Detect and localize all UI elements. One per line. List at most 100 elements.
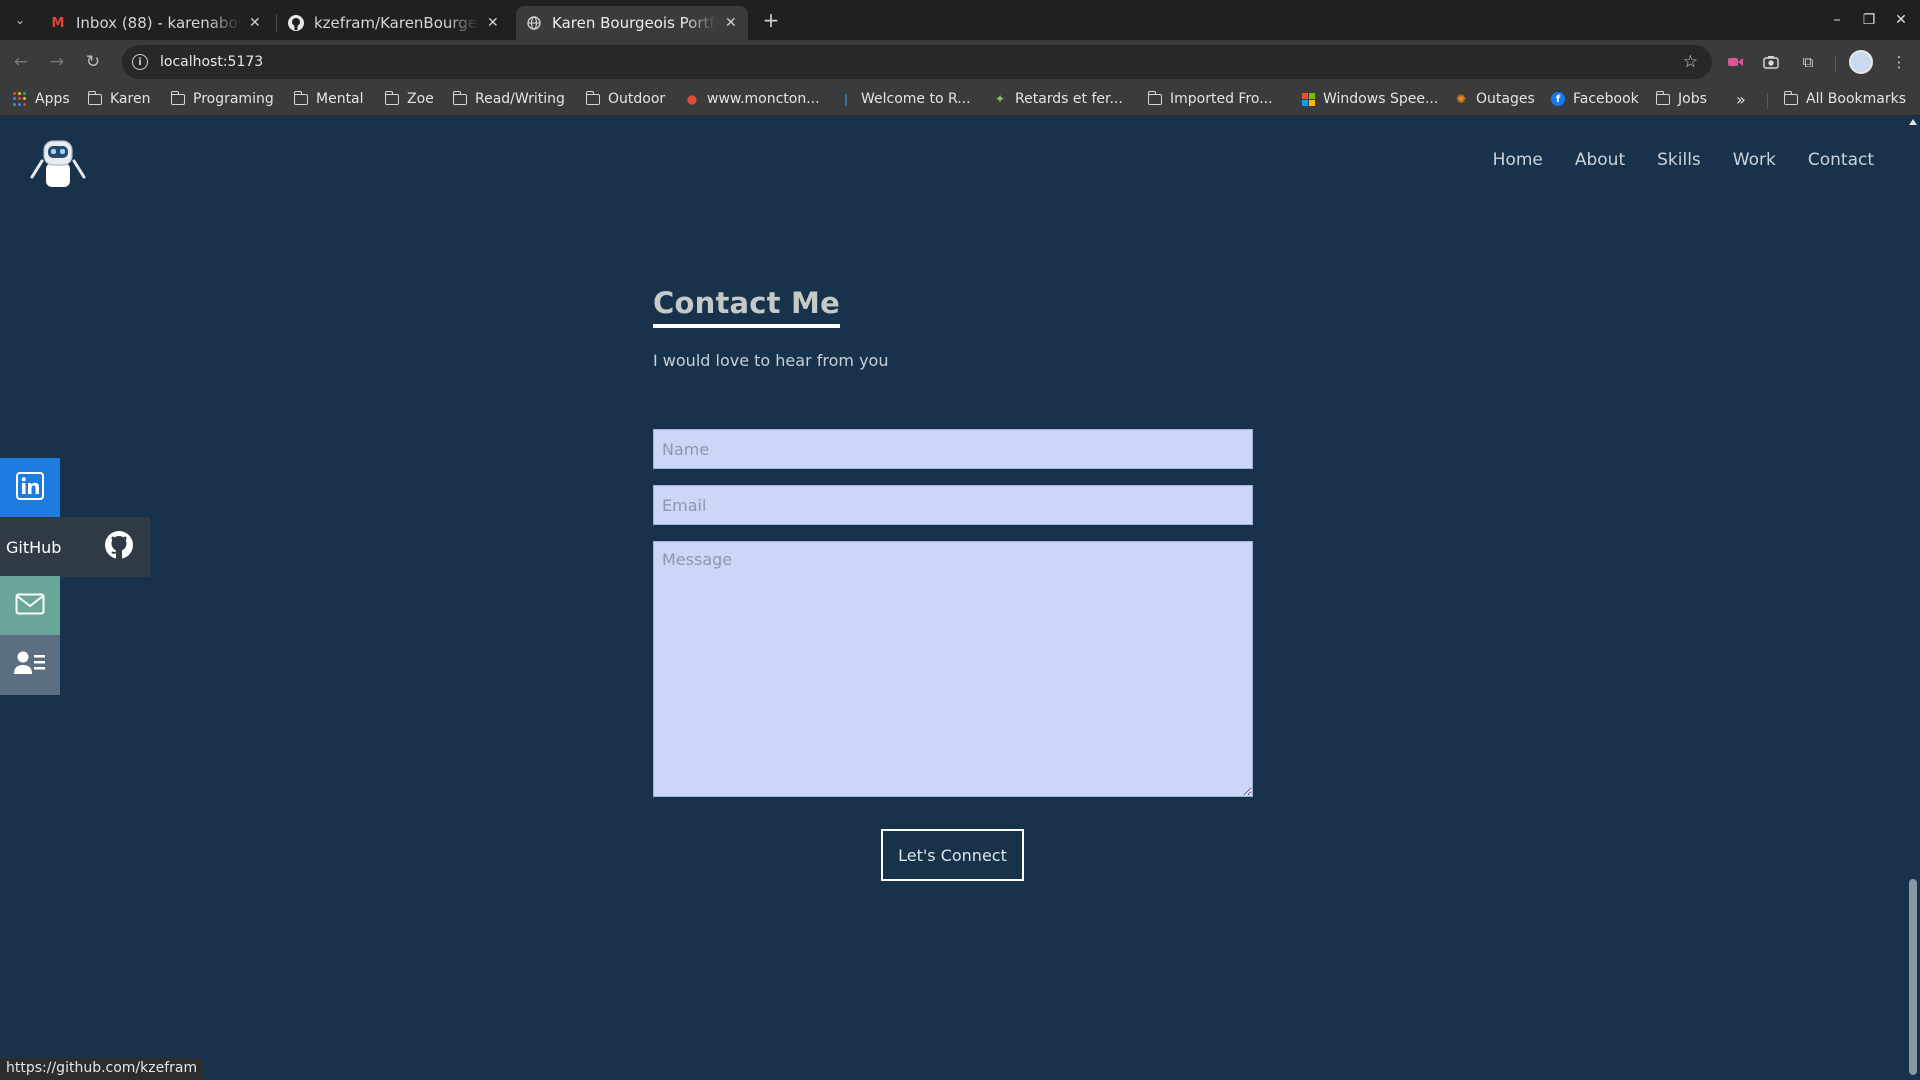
extension-camera-icon[interactable] — [1759, 51, 1783, 73]
tab-label: kzefram/KarenBourgeois — [314, 14, 479, 32]
back-arrow-icon[interactable]: ← — [8, 50, 34, 74]
folder-icon — [1655, 90, 1671, 106]
bookmark-apps[interactable]: Apps — [12, 91, 70, 107]
bookmark-label: Welcome to R... — [861, 91, 971, 107]
close-icon[interactable]: ✕ — [249, 15, 261, 31]
bookmarks-bar: Apps Karen Programing Mental Zoe Read/Wr… — [0, 84, 1920, 116]
windows-icon — [1300, 92, 1316, 106]
bookmark-welcome[interactable]: ❘ Welcome to R... — [838, 91, 971, 107]
email-input[interactable] — [653, 485, 1253, 525]
bookmark-retards[interactable]: ✦ Retards et fer... — [992, 91, 1123, 107]
github-icon — [104, 530, 134, 564]
lets-connect-button[interactable]: Let's Connect — [881, 829, 1024, 881]
folder-icon — [1783, 90, 1799, 106]
all-bookmarks[interactable]: All Bookmarks — [1783, 90, 1907, 107]
browser-tabstrip: ⌄ M Inbox (88) - karenabourgeois ✕ kzefr… — [0, 0, 1920, 40]
extension-record-icon[interactable] — [1723, 51, 1747, 73]
tab-portfolio[interactable]: Karen Bourgeois Portfolio ✕ — [516, 6, 748, 40]
bookmark-label: Mental — [316, 91, 364, 107]
contact-subtitle: I would love to hear from you — [653, 351, 889, 370]
github-link[interactable]: GitHub — [0, 517, 150, 577]
close-icon[interactable]: ✕ — [487, 15, 499, 31]
folder-icon — [384, 90, 400, 106]
portfolio-page: Home About Skills Work Contact Contact M… — [0, 117, 1906, 1080]
nav-skills[interactable]: Skills — [1657, 150, 1701, 170]
nav-contact[interactable]: Contact — [1808, 150, 1874, 170]
tab-github[interactable]: kzefram/KarenBourgeois ✕ — [278, 6, 512, 40]
bookmark-windows-speed[interactable]: Windows Spee... — [1300, 91, 1438, 107]
profile-avatar[interactable] — [1849, 50, 1873, 74]
folder-icon — [585, 90, 601, 106]
bookmark-star-icon[interactable]: ☆ — [1683, 52, 1698, 72]
extensions-puzzle-icon[interactable]: ⧉ — [1796, 51, 1820, 73]
bookmark-outdoor[interactable]: Outdoor — [585, 90, 666, 107]
reload-icon[interactable]: ↻ — [80, 50, 106, 74]
site-icon: ❘ — [840, 92, 852, 106]
folder-icon — [87, 90, 103, 106]
tab-divider — [276, 14, 277, 32]
site-icon: ✺ — [1455, 92, 1467, 106]
nav-work[interactable]: Work — [1733, 150, 1776, 170]
contact-title: Contact Me — [653, 286, 840, 328]
new-tab-button[interactable]: + — [758, 8, 784, 32]
bookmark-mental[interactable]: Mental — [293, 90, 364, 107]
tab-search-chevron-icon[interactable]: ⌄ — [7, 8, 33, 32]
bookmark-label: Windows Spee... — [1323, 91, 1439, 107]
status-bar-url: https://github.com/kzefram — [0, 1058, 204, 1080]
restore-icon[interactable]: ❐ — [1856, 8, 1882, 32]
bookmarks-divider — [1767, 93, 1768, 109]
site-icon: ● — [686, 92, 698, 106]
resume-link[interactable] — [0, 635, 60, 695]
page-scrollbar[interactable] — [1906, 117, 1920, 1080]
name-input[interactable] — [653, 429, 1253, 469]
mail-icon — [15, 593, 45, 619]
folder-icon — [1147, 90, 1163, 106]
folder-icon — [293, 90, 309, 106]
email-link[interactable] — [0, 576, 60, 636]
bookmark-label: All Bookmarks — [1806, 91, 1907, 107]
site-info-icon[interactable]: i — [132, 54, 148, 70]
close-icon[interactable]: ✕ — [725, 15, 737, 31]
site-icon: ✦ — [994, 92, 1006, 106]
contact-card-icon — [14, 650, 46, 680]
bookmark-jobs[interactable]: Jobs — [1655, 90, 1707, 107]
scrollbar-thumb[interactable] — [1909, 879, 1917, 1075]
folder-icon — [170, 90, 186, 106]
bookmark-label: Zoe — [407, 91, 434, 107]
bookmark-moncton[interactable]: ● www.moncton... — [684, 91, 820, 107]
bookmark-label: Programing — [193, 91, 274, 107]
bookmark-label: Imported Fro... — [1170, 91, 1273, 107]
address-url[interactable]: localhost:5173 — [160, 54, 263, 70]
bookmarks-overflow-button[interactable]: » — [1736, 90, 1746, 109]
github-label: GitHub — [6, 537, 62, 557]
bookmark-label: Outdoor — [608, 91, 666, 107]
bookmark-label: www.moncton... — [707, 91, 820, 107]
bookmark-imported[interactable]: Imported Fro... — [1147, 90, 1273, 107]
tab-label: Inbox (88) - karenabourgeois — [76, 14, 241, 32]
nav-home[interactable]: Home — [1493, 150, 1543, 170]
more-menu-icon[interactable]: ⋮ — [1887, 51, 1911, 73]
forward-arrow-icon[interactable]: → — [44, 50, 70, 74]
linkedin-icon — [16, 472, 44, 504]
linkedin-link[interactable] — [0, 458, 60, 518]
facebook-icon: f — [1550, 92, 1566, 106]
bookmark-label: Outages — [1476, 91, 1535, 107]
toolbar-divider — [1835, 55, 1836, 73]
minimize-icon[interactable]: – — [1824, 8, 1850, 32]
scroll-up-arrow-icon[interactable] — [1909, 119, 1917, 125]
apps-grid-icon — [12, 92, 28, 106]
bookmark-zoe[interactable]: Zoe — [384, 90, 434, 107]
bookmark-karen[interactable]: Karen — [87, 90, 150, 107]
robot-logo-icon[interactable] — [30, 137, 86, 191]
bookmark-label: Facebook — [1573, 91, 1639, 107]
tab-gmail[interactable]: M Inbox (88) - karenabourgeois ✕ — [40, 6, 274, 40]
bookmark-facebook[interactable]: f Facebook — [1550, 91, 1639, 107]
bookmark-read-writing[interactable]: Read/Writing — [452, 90, 565, 107]
message-textarea[interactable] — [653, 541, 1253, 797]
window-close-icon[interactable]: ✕ — [1888, 8, 1914, 32]
nav-about[interactable]: About — [1575, 150, 1625, 170]
bookmark-outages[interactable]: ✺ Outages — [1453, 91, 1535, 107]
address-bar[interactable]: i localhost:5173 ☆ — [122, 45, 1712, 79]
bookmark-label: Jobs — [1678, 91, 1707, 107]
bookmark-programing[interactable]: Programing — [170, 90, 274, 107]
